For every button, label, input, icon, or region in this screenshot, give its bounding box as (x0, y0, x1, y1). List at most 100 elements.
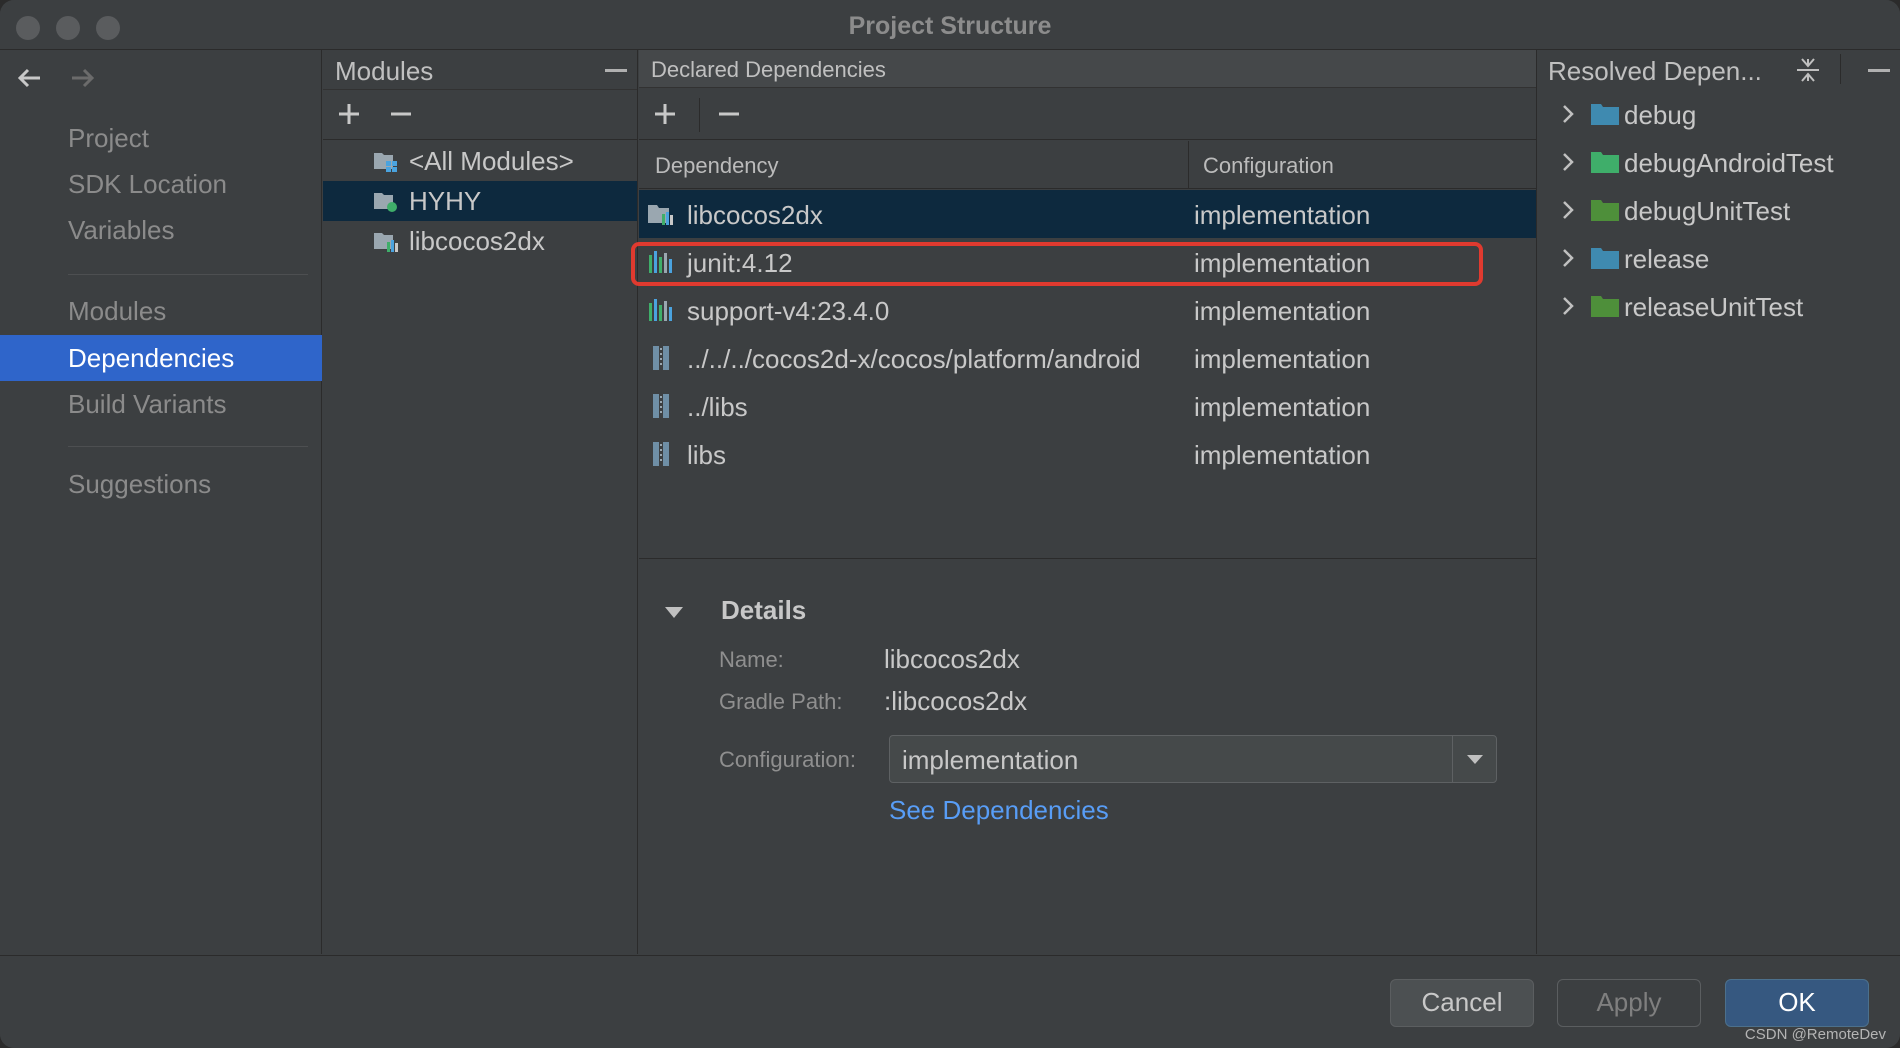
collapse-details-toggle[interactable] (665, 607, 683, 618)
nav-item-variables[interactable]: Variables (0, 207, 322, 253)
nav-divider (68, 446, 308, 447)
module-item-label: libcocos2dx (409, 226, 545, 256)
dependency-row-libcocos2dx[interactable]: libcocos2dx implementation (639, 190, 1536, 238)
column-header-dependency[interactable]: Dependency (655, 153, 779, 179)
module-item-hyhy[interactable]: HYHY (323, 181, 637, 221)
resolved-item-label: debug (1624, 100, 1697, 130)
details-section: Details Name: libcocos2dx Gradle Path: :… (639, 558, 1536, 954)
details-title: Details (721, 595, 807, 625)
resolved-item-release-unit-test[interactable]: releaseUnitTest (1538, 286, 1900, 332)
chevron-right-icon (1563, 249, 1574, 267)
modules-title: Modules (335, 56, 434, 86)
configuration-dropdown[interactable]: implementation (889, 735, 1497, 783)
gradle-path-label: Gradle Path: (719, 689, 843, 714)
resolved-item-debug-unit-test[interactable]: debugUnitTest (1538, 190, 1900, 236)
dependency-configuration: implementation (1194, 200, 1371, 230)
header-divider (1840, 54, 1841, 84)
title-bar: Project Structure (0, 0, 1900, 50)
jar-icon (653, 442, 669, 466)
add-module-button[interactable] (337, 100, 361, 130)
ok-button[interactable]: OK (1725, 979, 1869, 1027)
arrow-right-icon (72, 68, 95, 88)
add-dependency-button[interactable] (653, 100, 677, 130)
folder-icon (1591, 104, 1619, 125)
hide-resolved-panel-button[interactable] (1868, 69, 1890, 72)
window-title: Project Structure (848, 12, 1052, 40)
forward-button[interactable] (66, 62, 98, 102)
dependency-name: libcocos2dx (687, 200, 823, 230)
library-module-icon (374, 233, 398, 252)
resolved-item-label: debugAndroidTest (1624, 148, 1834, 178)
junit-highlight-annotation (631, 242, 1483, 286)
modules-toolbar (323, 90, 637, 140)
module-item-label: <All Modules> (409, 146, 574, 176)
dependency-row-libs[interactable]: libs implementation (639, 430, 1536, 478)
dependencies-table-header: Dependency Configuration (639, 141, 1536, 189)
dependency-name: ../../../cocos2d-x/cocos/platform/androi… (687, 344, 1141, 374)
modules-panel: Modules <All Modules> HYHY libcocos2dx (323, 50, 638, 954)
nav-item-sdk-location[interactable]: SDK Location (0, 161, 322, 207)
module-dependency-icon (648, 205, 673, 225)
resolved-item-debug[interactable]: debug (1538, 94, 1900, 140)
resolved-item-label: releaseUnitTest (1624, 292, 1804, 322)
project-structure-window: Project Structure Project SDK Location V… (0, 0, 1900, 1048)
plus-icon (655, 104, 675, 124)
nav-item-dependencies[interactable]: Dependencies (0, 335, 322, 381)
app-module-icon (374, 193, 397, 212)
back-button[interactable] (14, 62, 46, 102)
resolved-item-label: release (1624, 244, 1710, 274)
hide-panel-button[interactable] (605, 69, 627, 72)
remove-module-button[interactable] (389, 100, 413, 130)
toolbar-divider (699, 98, 700, 132)
collapse-all-icon[interactable] (1794, 56, 1822, 84)
see-dependencies-link[interactable]: See Dependencies (889, 795, 1109, 826)
declared-dependencies-header: Declared Dependencies (639, 50, 1536, 88)
dependency-name: ../libs (687, 392, 748, 422)
left-navigation: Project SDK Location Variables Modules D… (0, 50, 322, 954)
remove-dependency-button[interactable] (717, 100, 741, 130)
column-header-configuration[interactable]: Configuration (1203, 153, 1334, 179)
chevron-right-icon (1563, 297, 1574, 315)
dependency-name: libs (687, 440, 727, 470)
nav-item-project[interactable]: Project (0, 115, 322, 161)
nav-item-modules[interactable]: Modules (0, 288, 322, 334)
folder-icon (1591, 200, 1619, 221)
chevron-down-icon (1467, 755, 1483, 764)
resolved-dependencies-title: Resolved Depen... (1548, 56, 1762, 86)
dropdown-arrow-button[interactable] (1452, 736, 1496, 782)
module-item-label: HYHY (409, 186, 482, 216)
nav-item-build-variants[interactable]: Build Variants (0, 381, 322, 427)
dependencies-toolbar (639, 90, 1536, 140)
jar-icon (653, 394, 669, 418)
configuration-dropdown-value: implementation (902, 745, 1079, 775)
dependency-configuration: implementation (1194, 344, 1371, 374)
dependency-row-platform-android[interactable]: ../../../cocos2d-x/cocos/platform/androi… (639, 334, 1536, 382)
column-divider[interactable] (1188, 141, 1189, 189)
module-item-all-modules[interactable]: <All Modules> (323, 141, 637, 181)
plus-icon (339, 104, 359, 124)
resolved-item-debug-android-test[interactable]: debugAndroidTest (1538, 142, 1900, 188)
resolved-dependencies-header: Resolved Depen... (1538, 50, 1900, 90)
chevron-right-icon (1563, 201, 1574, 219)
cancel-button[interactable]: Cancel (1390, 979, 1534, 1027)
dependency-row-support-v4[interactable]: support-v4:23.4.0 implementation (639, 286, 1536, 334)
minus-icon (719, 112, 739, 116)
modules-header: Modules (323, 50, 637, 90)
apply-button[interactable]: Apply (1557, 979, 1701, 1027)
dependency-row-parent-libs[interactable]: ../libs implementation (639, 382, 1536, 430)
resolved-dependencies-panel: Resolved Depen... debug debugAndroidTest… (1538, 50, 1900, 954)
resolved-item-label: debugUnitTest (1624, 196, 1791, 226)
watermark: CSDN @RemoteDev (1744, 1026, 1886, 1043)
dialog-footer: Cancel Apply OK CSDN @RemoteDev (0, 955, 1900, 1048)
minus-icon (391, 112, 411, 116)
library-bars-icon (649, 299, 672, 321)
module-item-libcocos2dx[interactable]: libcocos2dx (323, 221, 637, 261)
folder-icon (1591, 248, 1619, 269)
modules-list: <All Modules> HYHY libcocos2dx (323, 141, 637, 954)
chevron-right-icon (1563, 153, 1574, 171)
resolved-item-release[interactable]: release (1538, 238, 1900, 284)
declared-dependencies-title: Declared Dependencies (651, 57, 886, 82)
nav-divider (68, 274, 308, 275)
name-value: libcocos2dx (884, 644, 1020, 674)
nav-item-suggestions[interactable]: Suggestions (0, 461, 322, 507)
